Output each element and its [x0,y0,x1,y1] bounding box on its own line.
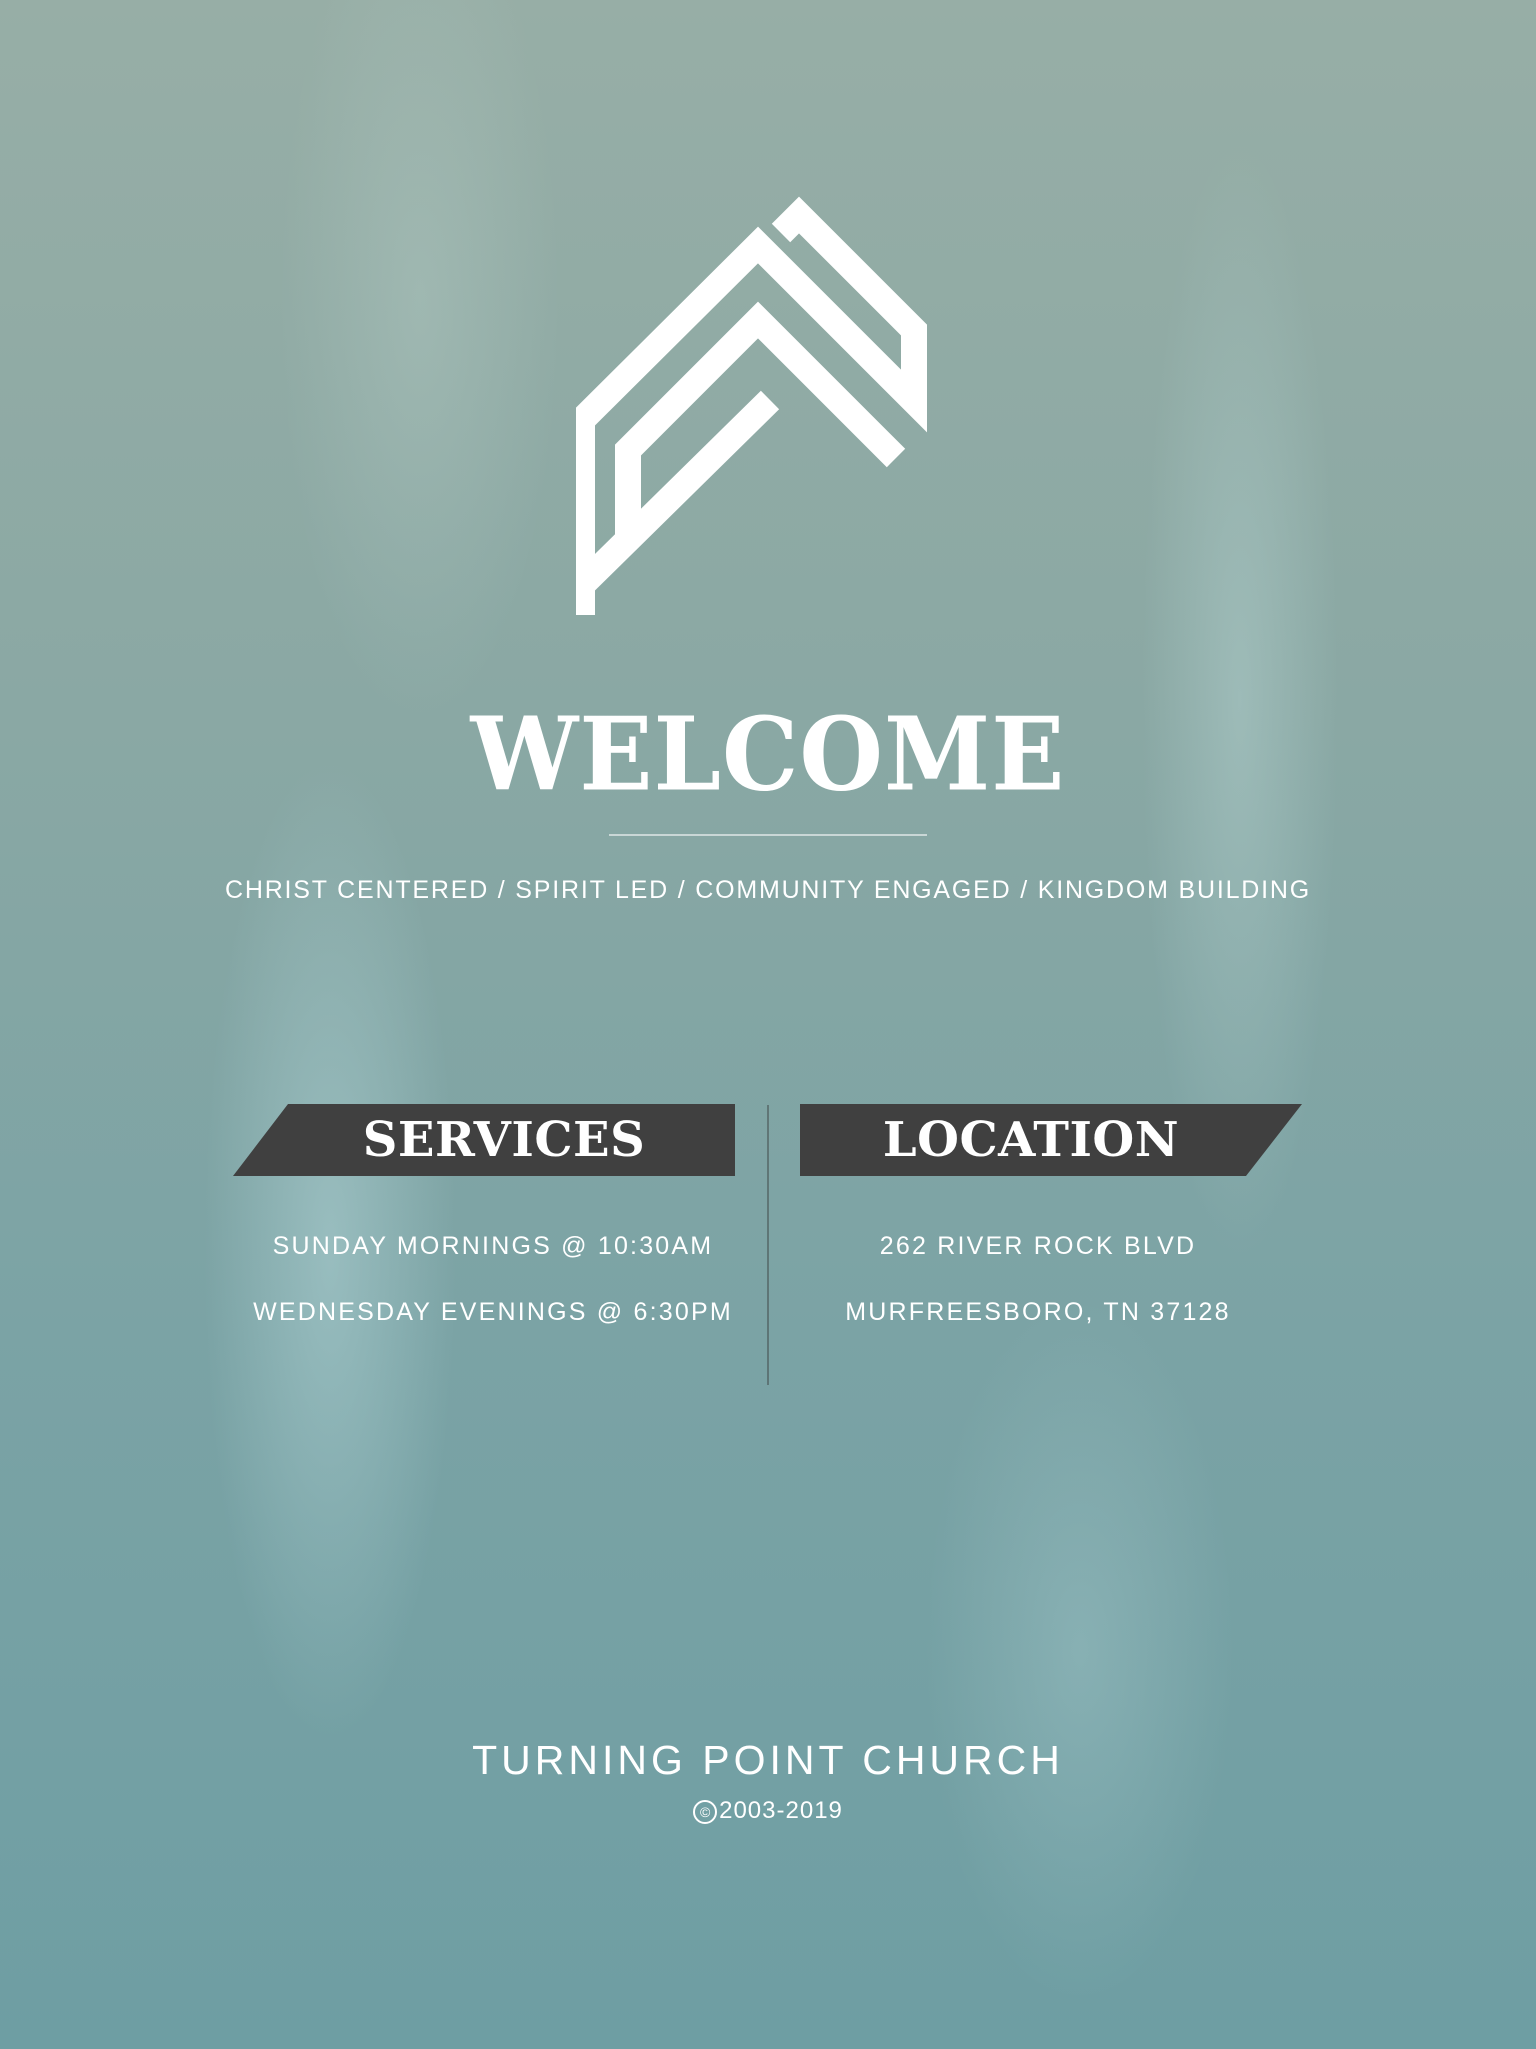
services-heading: SERVICES [362,1112,646,1168]
heading-underline [609,834,927,836]
location-banner: LOCATION [800,1104,1302,1176]
services-banner: SERVICES [233,1104,735,1176]
service-time-wednesday: WEDNESDAY EVENINGS @ 6:30PM [253,1298,733,1326]
tagline: CHRIST CENTERED / SPIRIT LED / COMMUNITY… [224,876,1311,904]
welcome-heading: WELCOME [470,695,1066,814]
address-city: MURFREESBORO, TN 37128 [845,1298,1231,1326]
copyright-icon: © [693,1800,718,1824]
services-list: SUNDAY MORNINGS @ 10:30AM WEDNESDAY EVEN… [213,1226,773,1358]
location-heading: LOCATION [882,1112,1180,1168]
copyright-years: 2003-2019 [719,1797,843,1824]
address-street: 262 RIVER ROCK BLVD [879,1232,1197,1260]
copyright: © 2003-2019 [0,1795,1536,1827]
chevron-house-logo-icon [576,196,927,615]
location-address: 262 RIVER ROCK BLVD MURFREESBORO, TN 371… [758,1226,1318,1358]
church-name: TURNING POINT CHURCH [472,1737,1064,1783]
welcome-card: WELCOME CHRIST CENTERED / SPIRIT LED / C… [0,0,1536,2049]
service-time-sunday: SUNDAY MORNINGS @ 10:30AM [272,1232,714,1260]
